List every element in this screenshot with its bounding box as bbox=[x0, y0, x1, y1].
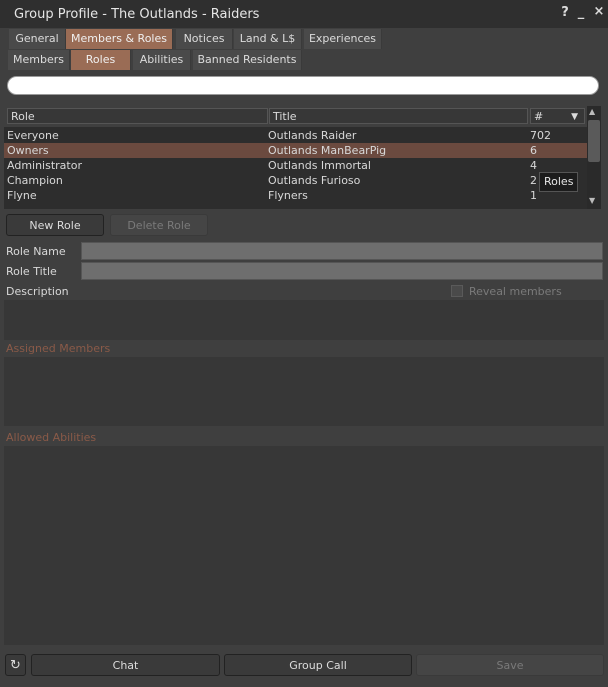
column-header-title[interactable]: Title bbox=[269, 108, 528, 124]
role-title-cell: Outlands Raider bbox=[268, 129, 357, 142]
roles-list[interactable]: Everyone Outlands Raider 702 Owners Outl… bbox=[4, 127, 587, 209]
assigned-members-list[interactable] bbox=[4, 357, 604, 426]
column-header-count[interactable]: # ▼ bbox=[530, 108, 585, 124]
role-name-cell: Everyone bbox=[7, 129, 59, 142]
role-title-cell: Outlands ManBearPig bbox=[268, 144, 387, 157]
allowed-abilities-list[interactable] bbox=[4, 446, 604, 645]
scroll-up-icon[interactable]: ▲ bbox=[589, 107, 595, 116]
subtab-roles[interactable]: Roles bbox=[71, 50, 131, 70]
role-count-cell: 6 bbox=[530, 144, 537, 157]
reveal-members-checkbox[interactable] bbox=[451, 285, 463, 297]
scrollbar-thumb[interactable] bbox=[588, 120, 600, 162]
minimize-icon[interactable]: _ bbox=[574, 5, 588, 21]
table-row[interactable]: Champion Outlands Furioso 2 bbox=[4, 173, 587, 188]
role-title-cell: Outlands Immortal bbox=[268, 159, 371, 172]
table-row[interactable]: Flyne Flyners 1 bbox=[4, 188, 587, 203]
tab-notices[interactable]: Notices bbox=[176, 29, 233, 49]
role-name-cell: Champion bbox=[7, 174, 63, 187]
role-name-cell: Flyne bbox=[7, 189, 37, 202]
roles-tooltip: Roles bbox=[539, 172, 579, 192]
refresh-icon[interactable]: ↻ bbox=[5, 654, 26, 676]
assigned-members-heading: Assigned Members bbox=[6, 342, 111, 355]
role-title-label: Role Title bbox=[6, 265, 57, 278]
table-row[interactable]: Everyone Outlands Raider 702 bbox=[4, 128, 587, 143]
save-button[interactable]: Save bbox=[416, 654, 604, 676]
subtab-members[interactable]: Members bbox=[8, 50, 70, 70]
new-role-button[interactable]: New Role bbox=[6, 214, 104, 236]
tab-members-roles[interactable]: Members & Roles bbox=[66, 29, 173, 49]
column-header-count-label: # bbox=[534, 110, 544, 123]
allowed-abilities-heading: Allowed Abilities bbox=[6, 431, 97, 444]
tab-general[interactable]: General bbox=[9, 29, 66, 49]
group-call-button[interactable]: Group Call bbox=[224, 654, 412, 676]
help-icon[interactable]: ? bbox=[558, 5, 572, 21]
chat-button[interactable]: Chat bbox=[31, 654, 220, 676]
role-name-field[interactable] bbox=[81, 242, 603, 260]
role-name-cell: Owners bbox=[7, 144, 49, 157]
role-title-cell: Outlands Furioso bbox=[268, 174, 361, 187]
reveal-members-label: Reveal members bbox=[469, 285, 562, 298]
subtab-banned-residents[interactable]: Banned Residents bbox=[193, 50, 302, 70]
role-count-cell: 702 bbox=[530, 129, 551, 142]
table-row[interactable]: Administrator Outlands Immortal 4 bbox=[4, 158, 587, 173]
window-title: Group Profile - The Outlands - Raiders bbox=[14, 7, 260, 22]
tab-experiences[interactable]: Experiences bbox=[304, 29, 382, 49]
search-input[interactable] bbox=[7, 76, 599, 95]
column-header-role[interactable]: Role bbox=[7, 108, 268, 124]
role-count-cell: 2 bbox=[530, 174, 537, 187]
role-title-field[interactable] bbox=[81, 262, 603, 280]
role-name-cell: Administrator bbox=[7, 159, 82, 172]
role-title-cell: Flyners bbox=[268, 189, 308, 202]
scroll-down-icon[interactable]: ▼ bbox=[589, 196, 595, 205]
delete-role-button[interactable]: Delete Role bbox=[110, 214, 208, 236]
role-name-label: Role Name bbox=[6, 245, 66, 258]
tab-land[interactable]: Land & L$ bbox=[234, 29, 302, 49]
description-textarea[interactable] bbox=[4, 300, 604, 340]
table-row-selected[interactable]: Owners Outlands ManBearPig 6 bbox=[4, 143, 587, 158]
close-icon[interactable]: × bbox=[592, 4, 606, 20]
description-label: Description bbox=[6, 285, 69, 298]
sort-arrow-icon: ▼ bbox=[571, 112, 578, 122]
role-count-cell: 1 bbox=[530, 189, 537, 202]
subtab-abilities[interactable]: Abilities bbox=[133, 50, 191, 70]
role-count-cell: 4 bbox=[530, 159, 537, 172]
